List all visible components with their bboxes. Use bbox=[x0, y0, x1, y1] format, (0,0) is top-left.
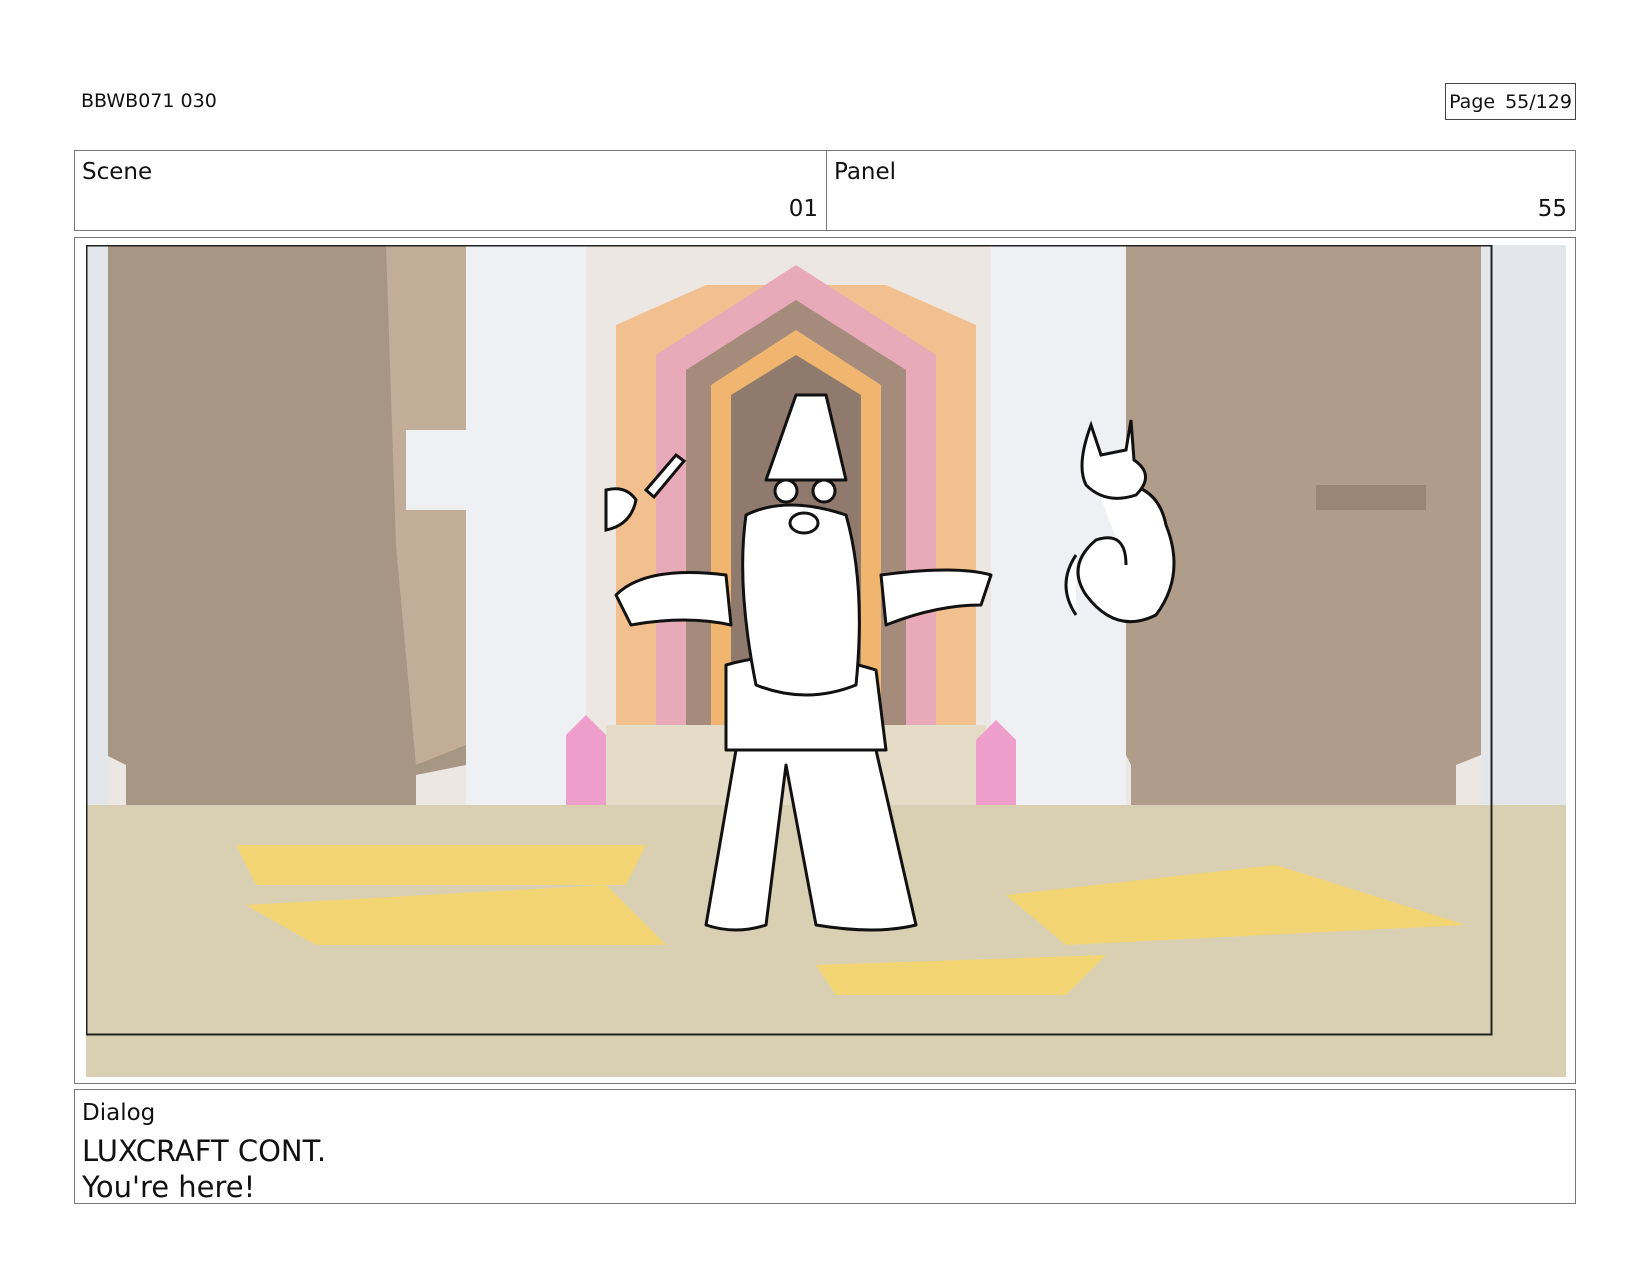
gnome-eye-right bbox=[811, 478, 837, 504]
storyboard-frame bbox=[74, 237, 1576, 1084]
page-number: 55/129 bbox=[1505, 90, 1572, 113]
panel-label: Panel bbox=[834, 159, 897, 185]
page-label: Page bbox=[1449, 90, 1496, 113]
panel-cell: Panel 55 bbox=[827, 151, 1575, 230]
right-rock-wall bbox=[1126, 245, 1481, 825]
storyboard-drawing bbox=[86, 245, 1566, 1077]
dialog-speaker: LUXCRAFT CONT. bbox=[82, 1134, 327, 1168]
left-rock-patch bbox=[406, 430, 466, 510]
info-row: Scene 01 Panel 55 bbox=[74, 150, 1576, 231]
floor-tile-1 bbox=[236, 845, 646, 885]
scene-value: 01 bbox=[788, 196, 818, 222]
gnome-eye-left bbox=[773, 478, 799, 504]
dialog-line: You're here! bbox=[82, 1170, 256, 1204]
pillar-right-outer bbox=[1481, 245, 1566, 845]
document-id: BBWB071 030 bbox=[81, 90, 217, 112]
page-indicator: Page 55/129 bbox=[1445, 83, 1576, 120]
dialog-label: Dialog bbox=[82, 1100, 156, 1126]
scene-label: Scene bbox=[82, 159, 153, 185]
gnome-mouth bbox=[788, 511, 820, 535]
right-rock-shelf bbox=[1316, 485, 1426, 510]
pillar-left-outer bbox=[86, 245, 108, 845]
panel-value: 55 bbox=[1537, 196, 1567, 222]
scene-cell: Scene 01 bbox=[75, 151, 827, 230]
dialog-box: Dialog LUXCRAFT CONT. You're here! bbox=[74, 1089, 1576, 1204]
